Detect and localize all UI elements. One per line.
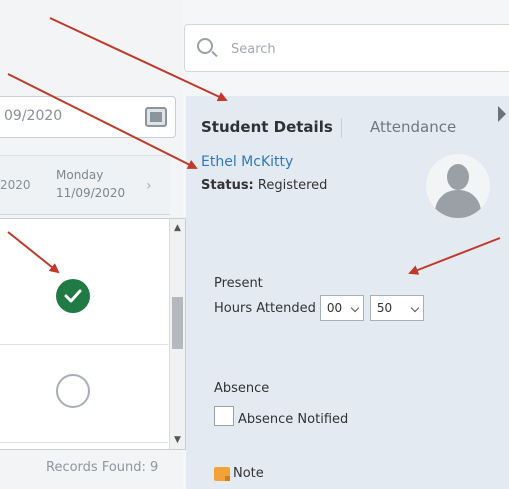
chevron-down-icon	[350, 303, 360, 313]
search-icon	[197, 38, 213, 54]
scroll-up-icon[interactable]: ▲	[174, 223, 181, 233]
scroll-down-icon[interactable]: ▼	[174, 435, 181, 445]
note-icon	[214, 466, 230, 481]
scroll-thumb[interactable]	[172, 297, 183, 349]
attendance-grid-column: 09/2020 2020 Monday 11/09/2020 › ▲ ▼ Rec…	[0, 0, 186, 489]
avatar-body-icon	[435, 190, 481, 218]
records-found: Records Found: 9	[46, 460, 159, 475]
present-heading: Present	[214, 276, 263, 291]
tab-student-details[interactable]: Student Details	[201, 118, 333, 136]
status-value: Registered	[257, 178, 328, 193]
absence-notified-label: Absence Notified	[238, 411, 349, 427]
status-label: Status:	[201, 178, 254, 193]
absence-notified-checkbox[interactable]	[214, 406, 234, 426]
absence-heading: Absence	[214, 381, 270, 396]
grid-scrollbar[interactable]: ▲ ▼	[169, 219, 185, 449]
current-day-name: Monday	[56, 168, 104, 182]
absence-notified-row: Absence Notified	[214, 404, 348, 428]
chevron-down-icon	[410, 303, 420, 313]
chevron-right-icon[interactable]: ›	[146, 178, 152, 194]
note-label: Note	[233, 466, 264, 481]
day-header: 2020 Monday 11/09/2020 ›	[0, 155, 170, 215]
current-day-date: 11/09/2020	[56, 186, 126, 200]
hours-select-value: 00	[326, 301, 343, 315]
date-picker-value: 09/2020	[4, 108, 63, 124]
attendance-grid: ▲ ▼	[0, 218, 186, 450]
current-day-column-header: Monday 11/09/2020	[56, 168, 140, 212]
attendance-present-toggle[interactable]	[56, 279, 90, 313]
date-picker[interactable]: 09/2020	[0, 96, 176, 138]
prev-day-date: 2020	[0, 178, 31, 192]
minutes-select-value: 50	[376, 301, 393, 315]
table-row	[0, 249, 168, 345]
tab-divider	[341, 118, 342, 138]
avatar-head-icon	[447, 164, 469, 190]
search-input[interactable]	[231, 38, 491, 60]
calendar-icon[interactable]	[145, 107, 167, 127]
table-row	[0, 347, 168, 443]
student-name-link[interactable]: Ethel McKitty	[201, 154, 293, 170]
hours-attended-label: Hours Attended	[214, 300, 316, 316]
attendance-empty-toggle[interactable]	[56, 374, 90, 408]
hours-attended-row: Hours Attended 00 50	[214, 293, 430, 323]
note-row[interactable]: Note	[214, 466, 264, 481]
search-box[interactable]	[184, 24, 509, 72]
tab-next-arrow-icon[interactable]	[498, 106, 506, 122]
hours-select[interactable]: 00	[319, 295, 364, 321]
check-icon	[64, 289, 82, 303]
tab-attendance[interactable]: Attendance	[370, 118, 456, 136]
student-panel: Student Details Attendance Ethel McKitty…	[186, 96, 509, 489]
avatar	[426, 154, 490, 218]
panel-tabs: Student Details Attendance	[186, 96, 509, 142]
minutes-select[interactable]: 50	[369, 295, 424, 321]
student-status: Status: Registered	[201, 178, 327, 193]
